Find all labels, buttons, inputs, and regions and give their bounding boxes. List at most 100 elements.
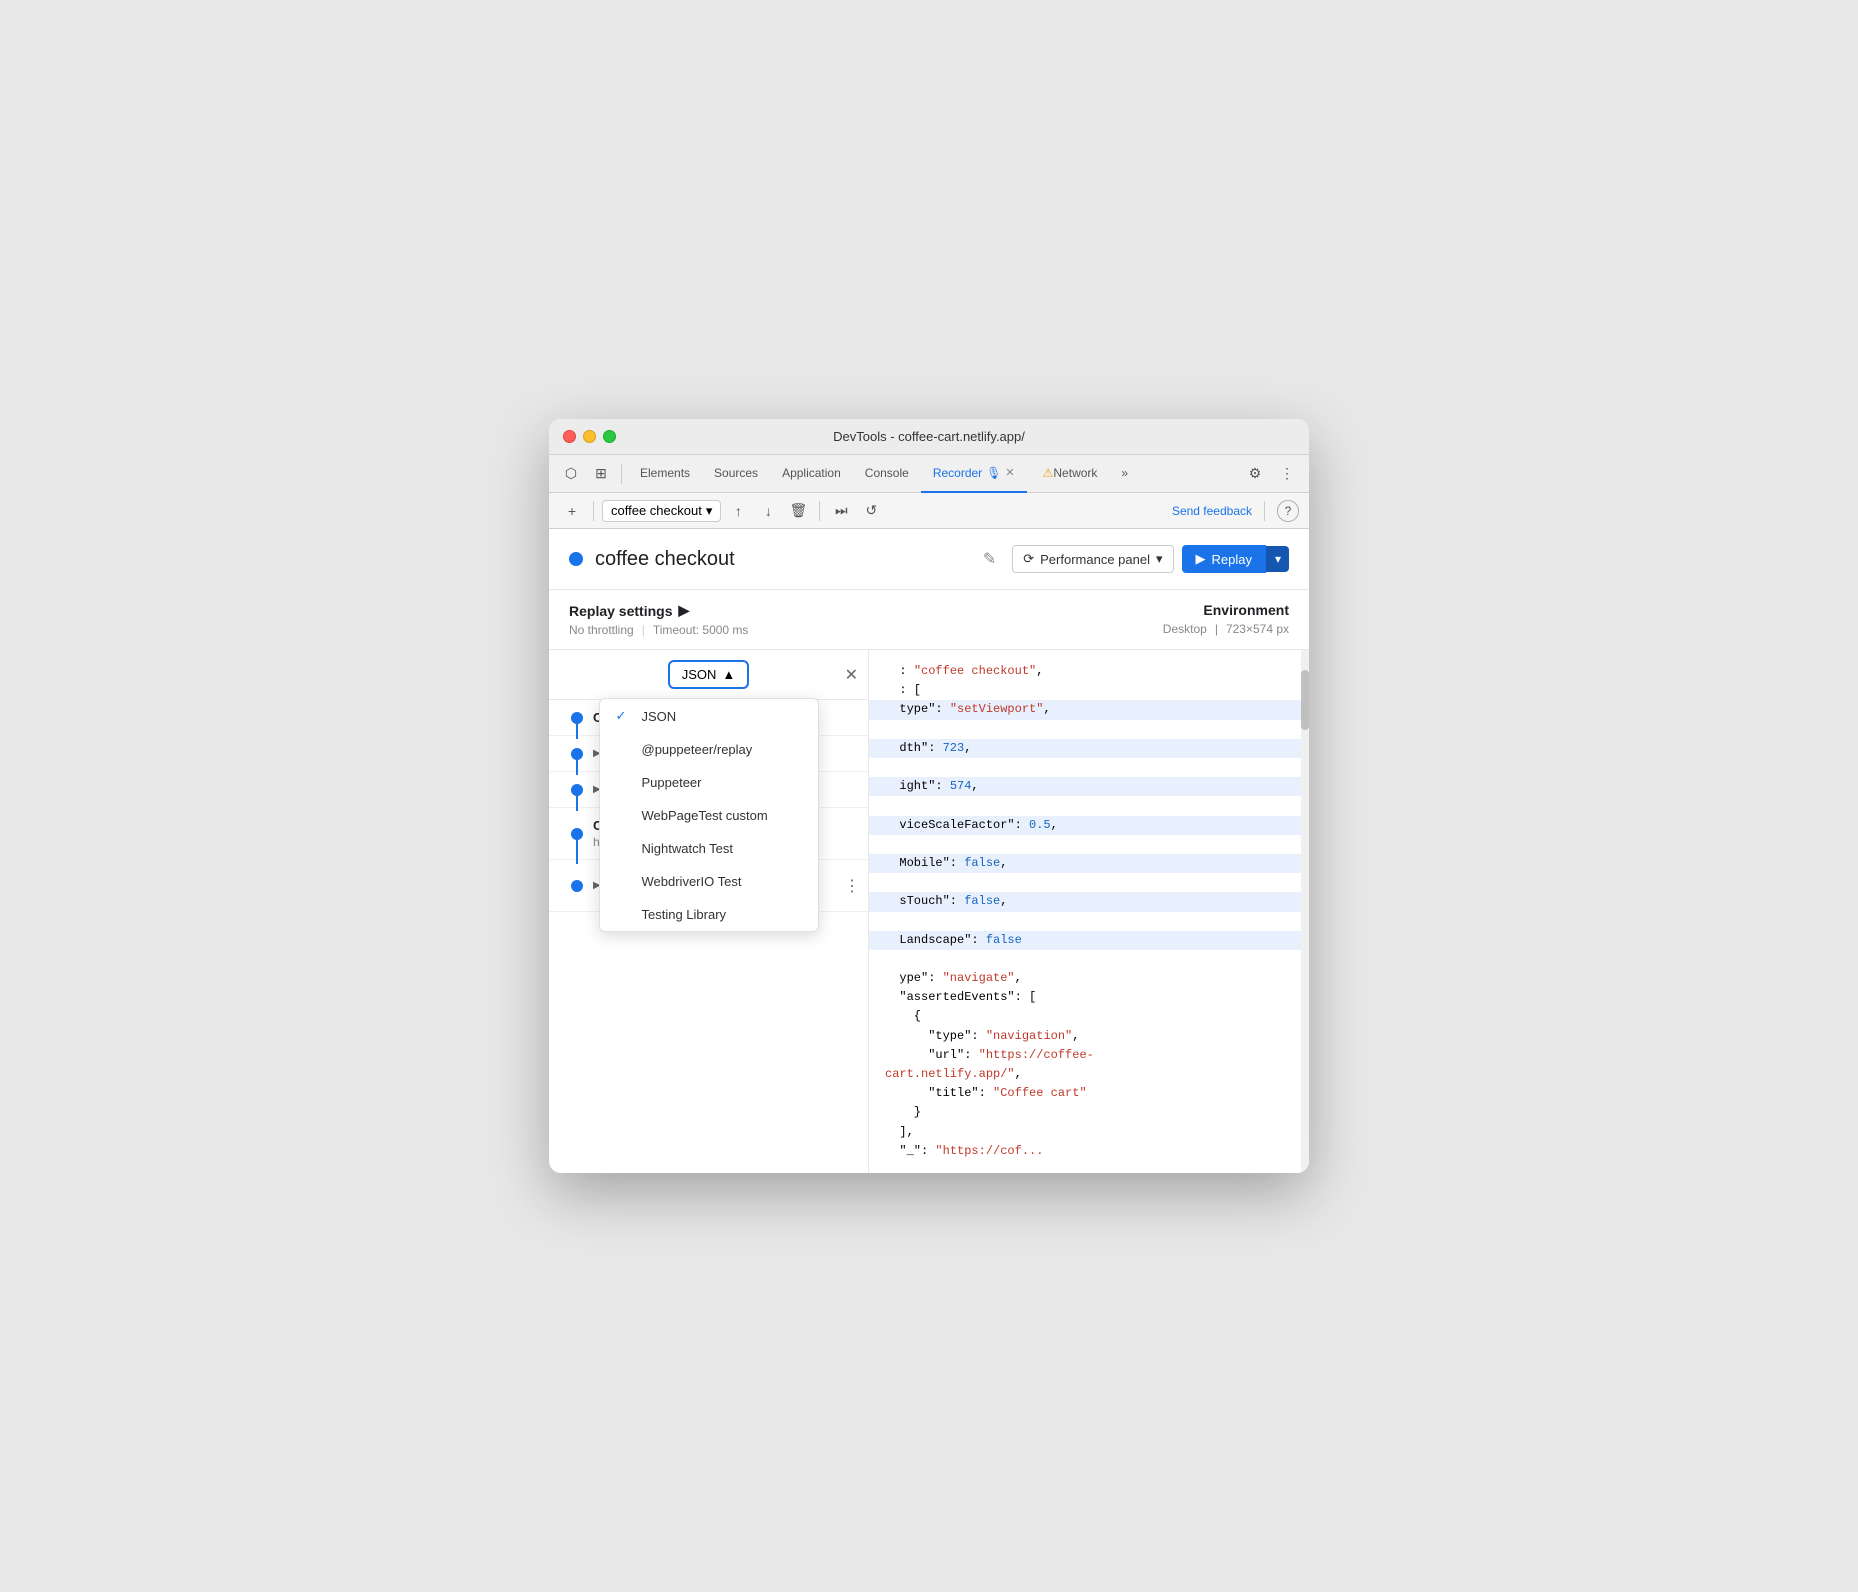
- toolbar-divider-3: [1264, 501, 1265, 521]
- pencil-icon: ✎: [983, 551, 996, 568]
- send-feedback-link[interactable]: Send feedback: [1172, 504, 1252, 518]
- step-play-btn[interactable]: ⏭: [828, 498, 854, 524]
- code-line-3: type": "setViewport",: [869, 700, 1309, 719]
- warning-icon: ⚠: [1043, 466, 1054, 480]
- dropdown-item-webpagetest[interactable]: WebPageTest custom: [600, 799, 818, 832]
- tab-recorder[interactable]: Recorder 🎙 ✕: [921, 455, 1027, 493]
- recording-header: coffee checkout ✎ ⟳ Performance panel ▾ …: [549, 529, 1309, 590]
- code-line-7: Mobile": false,: [869, 854, 1309, 873]
- code-line-15: cart.netlify.app/",: [885, 1067, 1022, 1081]
- timeout-label: Timeout: 5000 ms: [653, 623, 749, 637]
- close-button[interactable]: [563, 430, 576, 443]
- code-line-18: ],: [885, 1125, 914, 1139]
- settings-expand-icon: ▶: [678, 602, 689, 619]
- env-sub: Desktop | 723×574 px: [1163, 622, 1289, 636]
- toolbar: + coffee checkout ▾ ↑ ↓ 🗑 ⏭ ↺ Send feedb…: [549, 493, 1309, 529]
- dropdown-item-puppeteer-label: Puppeteer: [642, 775, 702, 790]
- recording-selector[interactable]: coffee checkout ▾: [602, 500, 721, 522]
- tab-more[interactable]: »: [1109, 455, 1140, 493]
- dropdown-item-nightwatch-label: Nightwatch Test: [642, 841, 734, 856]
- close-panel-btn[interactable]: ✕: [845, 665, 858, 685]
- code-line-11: "assertedEvents": [: [885, 990, 1036, 1004]
- settings-row: Replay settings ▶ No throttling | Timeou…: [549, 590, 1309, 650]
- device-toolbar-btn[interactable]: ⊞: [587, 460, 615, 488]
- toolbar-divider-2: [819, 501, 820, 521]
- env-title: Environment: [1163, 602, 1289, 618]
- download-icon: ↓: [765, 503, 772, 519]
- perf-panel-btn[interactable]: ⟳ Performance panel ▾: [1012, 545, 1173, 573]
- dropdown-item-nightwatch[interactable]: Nightwatch Test: [600, 832, 818, 865]
- settings-right: Environment Desktop | 723×574 px: [1163, 602, 1289, 636]
- env-type: Desktop: [1163, 622, 1207, 636]
- code-line-16: "title": "Coffee cart": [885, 1086, 1087, 1100]
- edit-title-btn[interactable]: ✎: [979, 545, 1000, 573]
- replay-main-btn[interactable]: ▶ Replay: [1182, 545, 1266, 573]
- replay-circle-btn[interactable]: ↺: [858, 498, 884, 524]
- window-title: DevTools - coffee-cart.netlify.app/: [833, 429, 1025, 444]
- tab-network[interactable]: ⚠ Network: [1027, 455, 1110, 493]
- format-dropdown-menu: ✓ JSON @puppeteer/replay Puppeteer: [599, 698, 819, 932]
- device-icon: ⊞: [595, 465, 607, 482]
- step-actions-btn[interactable]: ⋮: [844, 876, 860, 896]
- settings-left: Replay settings ▶ No throttling | Timeou…: [569, 602, 1163, 637]
- toolbar-divider: [593, 501, 594, 521]
- more-dots-icon: ⋮: [844, 878, 860, 895]
- step-dot-click: [571, 880, 583, 892]
- scrollbar-thumb[interactable]: [1301, 670, 1309, 730]
- scrollbar-track[interactable]: [1301, 650, 1309, 1173]
- code-line-19: "_": "https://cof...: [885, 1144, 1043, 1158]
- settings-sub: No throttling | Timeout: 5000 ms: [569, 623, 1163, 637]
- tab-sources[interactable]: Sources: [702, 455, 770, 493]
- code-line-13: "type": "navigation",: [885, 1029, 1079, 1043]
- replay-circle-icon: ↺: [865, 502, 877, 519]
- replay-dropdown-btn[interactable]: ▾: [1266, 546, 1289, 572]
- dropdown-item-puppeteer[interactable]: Puppeteer: [600, 766, 818, 799]
- replay-label: Replay: [1212, 552, 1252, 567]
- settings-btn[interactable]: ⚙: [1241, 460, 1269, 488]
- code-line-14: "url": "https://coffee-: [885, 1048, 1094, 1062]
- recorder-close-icon[interactable]: ✕: [1005, 466, 1014, 479]
- code-line-12: {: [885, 1009, 921, 1023]
- help-btn[interactable]: ?: [1277, 500, 1299, 522]
- delete-btn[interactable]: 🗑: [785, 498, 811, 524]
- format-bar: JSON ▲ ✕ ✓ JSON @puppeteer/replay: [549, 650, 868, 700]
- maximize-button[interactable]: [603, 430, 616, 443]
- code-panel[interactable]: : "coffee checkout", : [ type": "setView…: [869, 650, 1309, 1173]
- dropdown-item-json[interactable]: ✓ JSON: [600, 699, 818, 733]
- format-arrow-icon: ▲: [722, 667, 735, 682]
- dropdown-item-webdriverio[interactable]: WebdriverIO Test: [600, 865, 818, 898]
- tab-console[interactable]: Console: [853, 455, 921, 493]
- tab-application[interactable]: Application: [770, 455, 853, 493]
- replay-settings-title[interactable]: Replay settings ▶: [569, 602, 1163, 619]
- recording-title: coffee checkout: [595, 548, 967, 571]
- steps-area: JSON ▲ ✕ ✓ JSON @puppeteer/replay: [549, 650, 1309, 1173]
- devtools-nav: ⬡ ⊞ Elements Sources Application Console…: [549, 455, 1309, 493]
- dropdown-item-puppeteer-replay[interactable]: @puppeteer/replay: [600, 733, 818, 766]
- main-content: coffee checkout ✎ ⟳ Performance panel ▾ …: [549, 529, 1309, 1173]
- traffic-lights: [563, 430, 616, 443]
- titlebar: DevTools - coffee-cart.netlify.app/: [549, 419, 1309, 455]
- upload-icon: ↑: [735, 503, 742, 519]
- env-sep: |: [1215, 622, 1218, 636]
- checkmark-icon: ✓: [616, 708, 632, 724]
- nav-right: ⚙ ⋮: [1241, 460, 1301, 488]
- more-options-btn[interactable]: ⋮: [1273, 460, 1301, 488]
- steps-panel: JSON ▲ ✕ ✓ JSON @puppeteer/replay: [549, 650, 869, 1173]
- export-btn[interactable]: ↑: [725, 498, 751, 524]
- settings-sep: |: [642, 623, 645, 637]
- dropdown-item-testing-library[interactable]: Testing Library: [600, 898, 818, 931]
- replay-btn-group: ▶ Replay ▾: [1182, 545, 1290, 573]
- cursor-icon-btn[interactable]: ⬡: [557, 460, 585, 488]
- nav-tabs: Elements Sources Application Console Rec…: [628, 455, 1239, 493]
- replay-dropdown-arrow-icon: ▾: [1275, 552, 1281, 566]
- add-recording-btn[interactable]: +: [559, 498, 585, 524]
- env-size: 723×574 px: [1226, 622, 1289, 636]
- code-line-6: viceScaleFactor": 0.5,: [869, 816, 1309, 835]
- tab-elements[interactable]: Elements: [628, 455, 702, 493]
- step-play-icon: ⏭: [835, 502, 848, 519]
- gear-icon: ⚙: [1249, 465, 1262, 482]
- import-btn[interactable]: ↓: [755, 498, 781, 524]
- perf-panel-label: Performance panel: [1040, 552, 1150, 567]
- minimize-button[interactable]: [583, 430, 596, 443]
- format-selector-btn[interactable]: JSON ▲: [668, 660, 750, 689]
